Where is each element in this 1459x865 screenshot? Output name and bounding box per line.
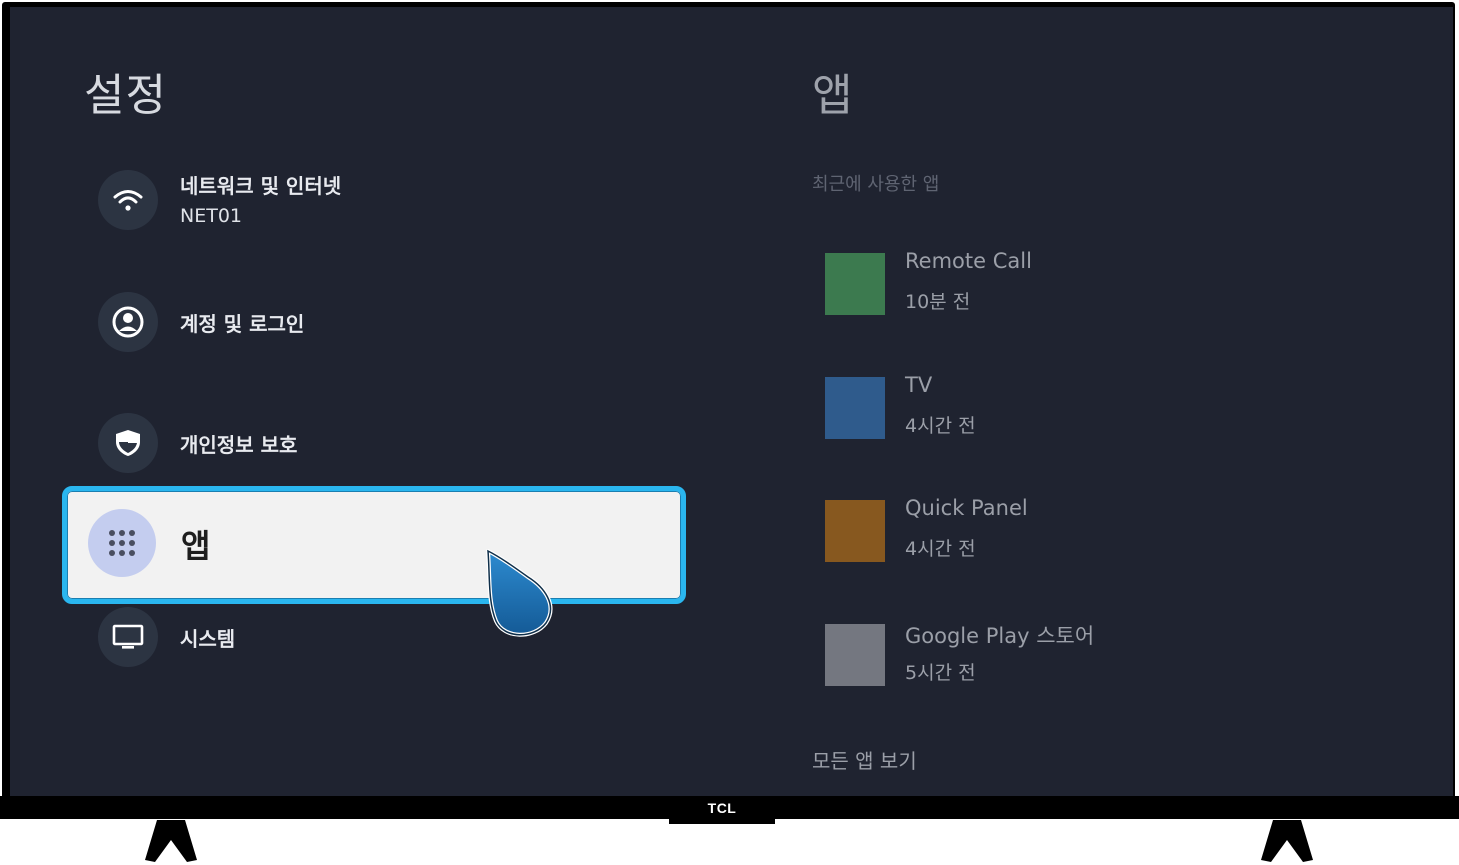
menu-item-label: 네트워크 및 인터넷 <box>180 174 342 198</box>
app-name: Google Play 스토어 <box>905 624 1095 648</box>
see-all-apps-link[interactable]: 모든 앱 보기 <box>812 745 917 774</box>
menu-item-label: 개인정보 보호 <box>180 433 298 457</box>
app-row-remote-call[interactable]: Remote Call 10분 전 <box>825 249 1245 317</box>
app-name: Remote Call <box>905 249 1032 273</box>
app-time: 4시간 전 <box>905 538 976 560</box>
app-icon <box>825 377 885 439</box>
menu-item-label: 시스템 <box>180 627 236 651</box>
menu-item-system[interactable]: 시스템 <box>98 607 658 679</box>
app-name: TV <box>905 373 933 397</box>
tv-stand-left <box>143 818 199 864</box>
tv-frame: 설정 네트워크 및 인터넷 NET01 계정 및 로그인 개인정보 보호 앱 시… <box>2 2 1455 802</box>
menu-item-account[interactable]: 계정 및 로그인 <box>98 292 658 364</box>
apps-panel-title: 앱 <box>812 70 854 121</box>
brand-logo: TCL <box>669 796 775 824</box>
settings-title: 설정 <box>84 70 167 121</box>
app-icon <box>825 253 885 315</box>
menu-item-label: 계정 및 로그인 <box>180 312 305 336</box>
recent-apps-heading: 최근에 사용한 앱 <box>812 174 940 195</box>
menu-item-apps[interactable]: 앱 <box>62 486 686 604</box>
app-row-tv[interactable]: TV 4시간 전 <box>825 373 1245 441</box>
menu-item-privacy[interactable]: 개인정보 보호 <box>98 413 658 485</box>
menu-item-network[interactable]: 네트워크 및 인터넷 NET01 <box>98 170 658 242</box>
app-row-quick-panel[interactable]: Quick Panel 4시간 전 <box>825 496 1245 564</box>
apps-grid-icon <box>88 509 156 577</box>
menu-item-sublabel: NET01 <box>180 205 243 227</box>
app-icon <box>825 624 885 686</box>
app-time: 4시간 전 <box>905 415 976 437</box>
app-time: 5시간 전 <box>905 662 976 684</box>
app-time: 10분 전 <box>905 291 971 313</box>
app-icon <box>825 500 885 562</box>
pointer-cursor-icon <box>478 547 562 643</box>
app-row-google-play[interactable]: Google Play 스토어 5시간 전 <box>825 624 1245 688</box>
tv-screen: 설정 네트워크 및 인터넷 NET01 계정 및 로그인 개인정보 보호 앱 시… <box>10 7 1453 799</box>
menu-item-label: 앱 <box>181 527 211 565</box>
wifi-icon <box>98 170 158 230</box>
account-circle-icon <box>98 292 158 352</box>
tv-stand-right <box>1259 818 1315 864</box>
app-name: Quick Panel <box>905 496 1028 520</box>
shield-icon <box>98 413 158 473</box>
monitor-icon <box>98 607 158 667</box>
